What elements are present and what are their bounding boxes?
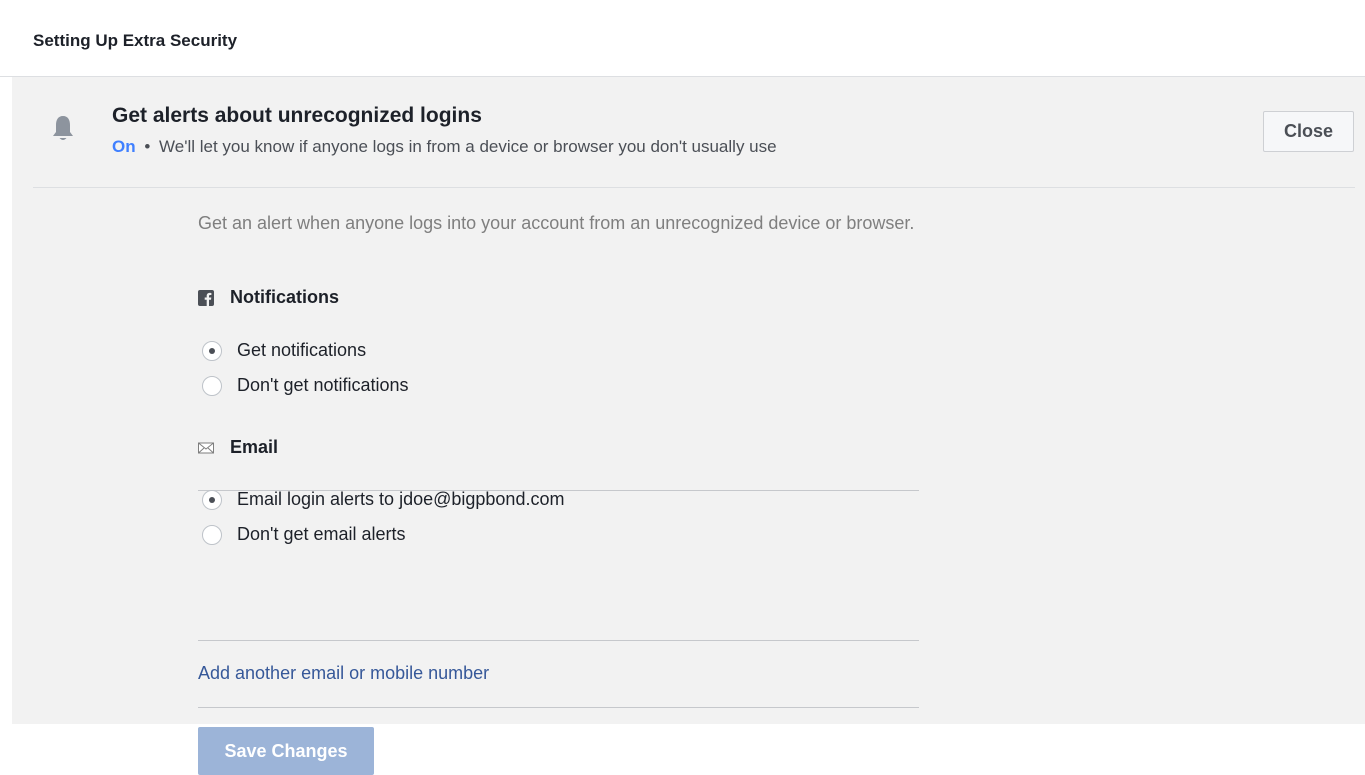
- get-notifications-label: Get notifications: [237, 340, 367, 360]
- envelope-icon: [198, 442, 214, 453]
- dont-get-email-alerts-label: Don't get email alerts: [237, 524, 406, 544]
- get-notifications-option[interactable]: Get notifications: [202, 340, 366, 361]
- page-header: Setting Up Extra Security: [0, 0, 1365, 77]
- email-login-alerts-label: Email login alerts to jdoe@bigpbond.com: [237, 489, 565, 509]
- close-button[interactable]: Close: [1263, 111, 1354, 152]
- notifications-heading: Notifications: [198, 287, 339, 308]
- dont-get-notifications-option[interactable]: Don't get notifications: [202, 375, 409, 396]
- row-divider: [33, 187, 1355, 188]
- email-login-alerts-radio[interactable]: [202, 489, 222, 510]
- get-notifications-radio[interactable]: [202, 340, 222, 361]
- page-title: Setting Up Extra Security: [33, 31, 238, 50]
- login-alerts-setting-row: Get alerts about unrecognized logins On …: [12, 77, 1365, 188]
- bell-icon: [53, 116, 73, 140]
- separator-dot: •: [144, 137, 151, 156]
- status-on-label: On: [112, 137, 136, 156]
- email-heading: Email: [198, 437, 278, 458]
- setting-title: Get alerts about unrecognized logins: [112, 104, 482, 127]
- dont-get-notifications-radio[interactable]: [202, 375, 222, 396]
- intro-text: Get an alert when anyone logs into your …: [198, 213, 915, 233]
- section-divider: [198, 640, 919, 641]
- setting-description: We'll let you know if anyone logs in fro…: [159, 137, 777, 156]
- dont-get-email-alerts-option[interactable]: Don't get email alerts: [202, 524, 406, 545]
- email-login-alerts-option[interactable]: Email login alerts to jdoe@bigpbond.com: [202, 489, 564, 510]
- dont-get-email-alerts-radio[interactable]: [202, 524, 222, 545]
- section-divider: [198, 707, 919, 708]
- save-changes-button[interactable]: Save Changes: [198, 727, 374, 775]
- setting-summary: On • We'll let you know if anyone logs i…: [112, 137, 777, 157]
- facebook-icon: [198, 289, 214, 306]
- settings-panel: Get alerts about unrecognized logins On …: [12, 77, 1365, 775]
- dont-get-notifications-label: Don't get notifications: [237, 375, 409, 395]
- add-email-or-mobile-link[interactable]: Add another email or mobile number: [198, 663, 489, 684]
- email-heading-label: Email: [230, 437, 279, 457]
- notifications-heading-label: Notifications: [230, 287, 340, 307]
